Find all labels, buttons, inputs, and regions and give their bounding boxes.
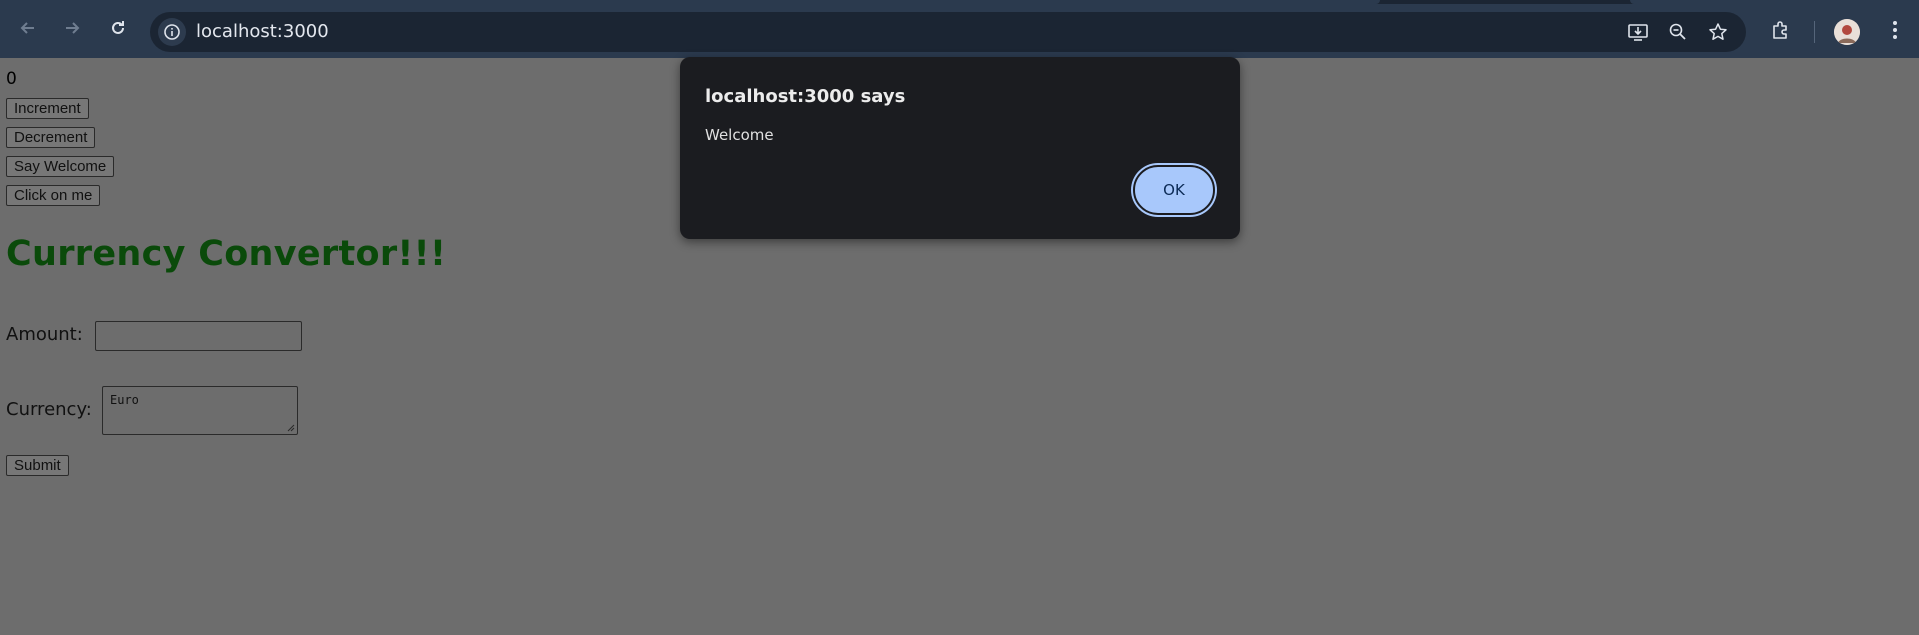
dialog-title: localhost:3000 says: [705, 86, 906, 107]
star-icon: [1709, 23, 1727, 40]
currency-label: Currency:: [6, 399, 92, 420]
currency-textarea[interactable]: Euro: [102, 386, 298, 435]
currency-value: Euro: [110, 393, 139, 407]
profile-avatar-icon: [1834, 19, 1860, 45]
decrement-button[interactable]: Decrement: [6, 127, 96, 148]
zoom-out-icon: [1669, 23, 1686, 40]
address-bar[interactable]: localhost:3000: [150, 12, 1746, 52]
install-app-icon: [1628, 24, 1648, 41]
reload-button[interactable]: [103, 13, 133, 43]
arrow-right-icon: [66, 22, 80, 34]
avatar[interactable]: [1834, 19, 1860, 45]
info-icon: [164, 24, 180, 40]
arrow-left-icon: [20, 22, 34, 34]
amount-label: Amount:: [6, 324, 83, 345]
dialog-message: Welcome: [705, 126, 774, 144]
site-info-button[interactable]: [158, 18, 186, 46]
resize-grip-icon[interactable]: [287, 424, 295, 432]
increment-button[interactable]: Increment: [6, 98, 89, 119]
say-welcome-button[interactable]: Say Welcome: [6, 156, 115, 177]
forward-button[interactable]: [57, 13, 87, 43]
inactive-tab-edge: [1630, 0, 1919, 4]
amount-field[interactable]: [95, 321, 302, 351]
page-title: Currency Convertor!!!: [6, 234, 447, 274]
browser-menu-button[interactable]: [1882, 17, 1908, 43]
active-tab-edge: [0, 0, 1380, 4]
zoom-button[interactable]: [1666, 20, 1690, 44]
browser-toolbar: localhost:3000: [0, 0, 1919, 58]
extensions-button[interactable]: [1768, 17, 1794, 43]
submit-button[interactable]: Submit: [6, 455, 69, 476]
install-app-button[interactable]: [1626, 20, 1650, 44]
bookmark-button[interactable]: [1706, 20, 1730, 44]
reload-icon: [112, 21, 124, 34]
ok-button[interactable]: OK: [1133, 165, 1215, 215]
back-button[interactable]: [13, 13, 43, 43]
kebab-menu-icon: [1893, 21, 1897, 39]
toolbar-divider: [1814, 21, 1815, 43]
tab-strip: [0, 0, 1919, 4]
counter-value: 0: [6, 69, 17, 89]
puzzle-icon: [1773, 21, 1787, 39]
alert-dialog: localhost:3000 says Welcome OK: [680, 57, 1240, 239]
url-text[interactable]: localhost:3000: [196, 22, 329, 42]
click-on-me-button[interactable]: Click on me: [6, 185, 101, 206]
